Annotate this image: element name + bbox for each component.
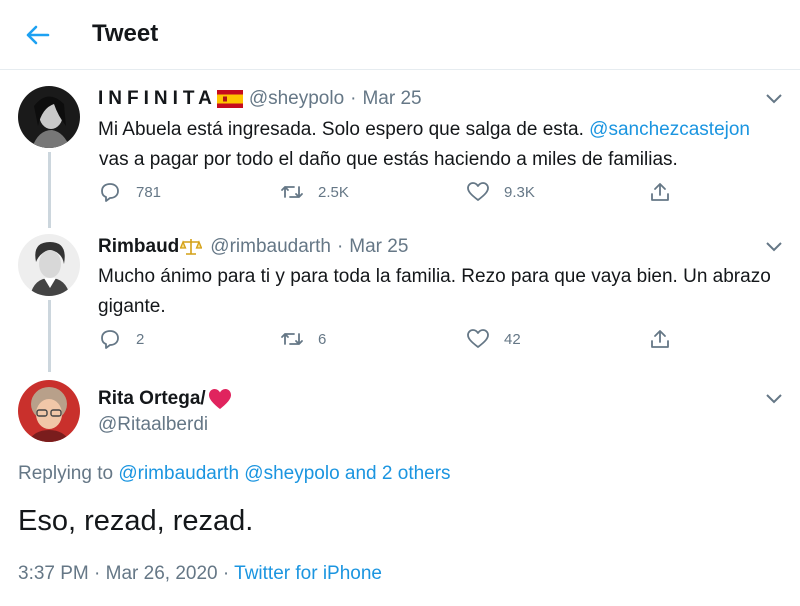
thread-connector [48,152,51,228]
handle[interactable]: @rimbaudarth [210,236,331,258]
tweet-text-part: vas a pagar por todo el daño que estás h… [99,149,678,170]
share-icon [651,183,669,201]
chevron-down-icon[interactable] [762,388,786,408]
share-button[interactable] [648,327,672,351]
avatar[interactable] [18,86,80,148]
retweet-icon [281,333,303,345]
avatar[interactable] [18,234,80,296]
mention-link[interactable]: @rimbaudarth [118,463,239,484]
reply-button[interactable]: 781 [98,180,161,204]
tweet-text: Mi Abuela está ingresada. Solo espero qu… [98,115,778,175]
main-display-name-row: Rita Ortega/ [98,388,232,410]
page-title: Tweet [92,20,159,47]
like-count: 9.3K [504,183,535,201]
tweet-actions: 781 2.5K 9.3K [98,180,688,210]
replying-prefix: Replying to [18,463,119,484]
display-name[interactable]: INFINITA [98,88,217,110]
retweet-icon [281,186,303,198]
tweet-text-part: Mi Abuela está ingresada. Solo espero qu… [98,119,590,140]
chevron-down-icon[interactable] [762,236,786,256]
back-button[interactable] [18,18,58,52]
like-button[interactable]: 9.3K [466,180,535,204]
separator: · [336,236,344,257]
share-icon [651,330,669,348]
tweet-header: Rimbaud @rimbaudarth · Mar 25 [98,236,408,258]
retweet-button[interactable]: 2.5K [280,180,349,204]
reply-count: 781 [136,183,162,201]
like-count: 42 [504,330,521,348]
main-tweet-text: Eso, rezad, rezad. [18,505,254,537]
reply-count: 2 [136,330,145,348]
share-button[interactable] [648,180,672,204]
heart-emoji-icon [208,389,231,409]
retweet-button[interactable]: 6 [280,327,326,351]
tweet-actions: 2 6 42 [98,327,688,357]
handle[interactable]: @Ritaalberdi [98,414,208,436]
tweet-text: Mucho ánimo para ti y para toda la famil… [98,266,771,317]
heart-icon [467,182,489,201]
retweet-count: 6 [318,330,327,348]
thread-connector [48,300,51,372]
separator: · [350,88,357,109]
replying-and: and [339,463,382,484]
reply-button[interactable]: 2 [98,327,144,351]
like-button[interactable]: 42 [466,327,521,351]
mention-link[interactable]: @sanchezcastejon [589,119,750,140]
display-name[interactable]: Rita Ortega/ [98,388,206,410]
handle[interactable]: @sheypolo [249,88,344,110]
tweet-header: INFINITA @sheypolo · Mar 25 [98,88,422,110]
others-link[interactable]: 2 others [382,463,451,484]
tweet-metadata: 3:37 PM · Mar 26, 2020 · Twitter for iPh… [18,563,382,585]
mention-link[interactable]: @sheypolo [244,463,339,484]
spain-flag-icon [216,90,243,108]
source-link[interactable]: Twitter for iPhone [234,563,382,584]
display-name[interactable]: Rimbaud [98,236,179,258]
replying-to: Replying to @rimbaudarth @sheypolo and 2… [18,463,451,485]
tweet-date[interactable]: Mar 25 [349,236,408,258]
avatar[interactable] [18,380,80,442]
tweet-date[interactable]: Mar 25 [362,88,421,110]
retweet-count: 2.5K [318,183,349,201]
arrow-left-icon [26,25,50,45]
heart-icon [467,329,489,348]
reply-icon [101,183,119,202]
reply-icon [101,330,119,349]
tweet-timestamp[interactable]: 3:37 PM · Mar 26, 2020 · [18,563,234,584]
chevron-down-icon[interactable] [762,88,786,108]
scales-icon [180,239,203,255]
page-header: Tweet [0,0,800,70]
